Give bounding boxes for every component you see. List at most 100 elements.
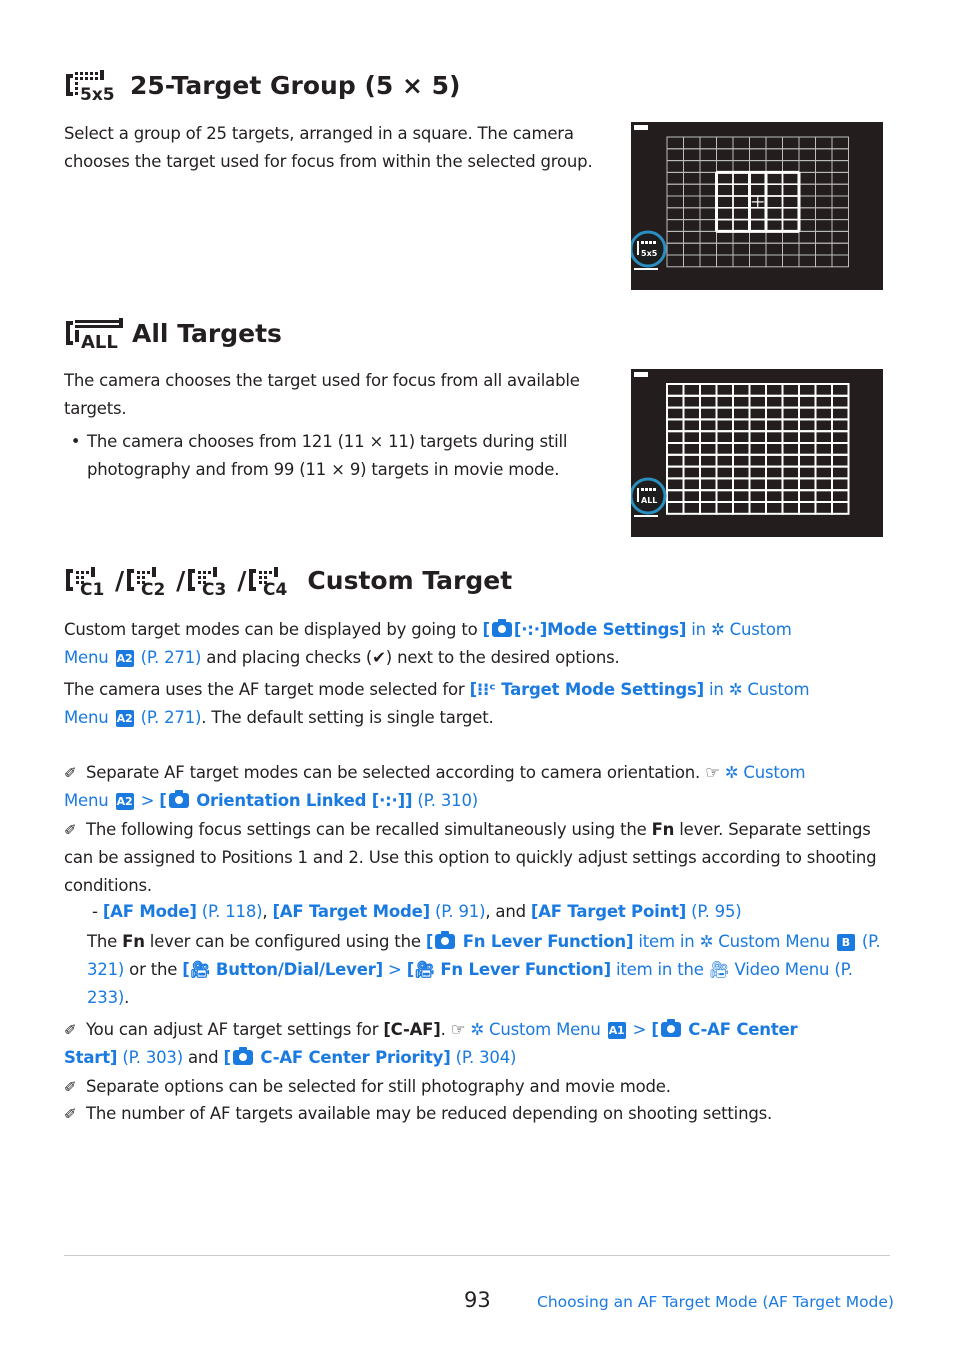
footer-divider bbox=[64, 1255, 890, 1256]
svg-text:C3: C3 bbox=[202, 580, 226, 597]
target-mode-settings-link[interactable]: [⁝⁝ᶜ Target Mode Settings] bbox=[470, 680, 705, 699]
text: Separate AF target modes can be selected… bbox=[86, 763, 701, 782]
text: in bbox=[686, 620, 711, 639]
note-c-af: ✐ You can adjust AF target settings for [… bbox=[64, 1016, 854, 1072]
af-target-cell bbox=[749, 254, 767, 268]
page-ref-link[interactable]: (P. 303) bbox=[122, 1048, 183, 1067]
af-target-cell bbox=[748, 477, 767, 492]
af-target-cell bbox=[749, 136, 767, 150]
button-dial-lever-link[interactable]: [🎥︎ Button/Dial/Lever] bbox=[182, 960, 383, 979]
page-ref-link[interactable]: (P. 118) bbox=[202, 902, 263, 921]
af-target-cell bbox=[815, 171, 833, 185]
af-target-point-link[interactable]: [AF Target Point] bbox=[531, 902, 686, 921]
af-target-cell bbox=[699, 195, 717, 209]
af-target-cell bbox=[765, 242, 783, 256]
af-target-cell bbox=[831, 406, 850, 421]
chapter-link[interactable]: Choosing an AF Target Mode (AF Target Mo… bbox=[537, 1293, 894, 1311]
af-target-cell bbox=[815, 195, 833, 209]
af-target-cell bbox=[765, 183, 783, 197]
af-target-cell bbox=[666, 501, 685, 515]
af-target-cell bbox=[765, 418, 784, 433]
af-target-cell bbox=[781, 453, 800, 468]
af-target-cell bbox=[814, 477, 833, 492]
af-target-cell bbox=[831, 501, 850, 515]
mode-indicator-dot bbox=[645, 488, 648, 491]
selected-group-cell bbox=[732, 207, 751, 221]
af-target-cell bbox=[716, 136, 734, 150]
af-custom-c2-icon: C2 bbox=[127, 567, 165, 597]
svg-text:ALL: ALL bbox=[81, 332, 118, 350]
af-target-cell bbox=[831, 394, 850, 409]
separator-slash: / bbox=[237, 565, 247, 595]
gear-icon: ✲ bbox=[724, 763, 739, 782]
page-ref-link[interactable]: (P. 271) bbox=[141, 648, 202, 667]
af-target-cell bbox=[666, 183, 684, 197]
selected-group-cell bbox=[781, 171, 800, 185]
af-target-cell bbox=[814, 489, 833, 503]
af-target-cell bbox=[831, 453, 850, 468]
af-target-cell bbox=[666, 136, 684, 150]
c-af-center-priority-link[interactable]: [ C-AF Center Priority] bbox=[224, 1047, 451, 1067]
orientation-linked-link[interactable]: [ Orientation Linked [·:·]] bbox=[159, 790, 412, 810]
af-target-cell bbox=[732, 477, 751, 492]
af-target-cell bbox=[732, 394, 751, 409]
reference-hand-icon: ☞ bbox=[705, 763, 720, 782]
fn-lever-function-link[interactable]: [ Fn Lever Function] bbox=[426, 931, 634, 951]
af-target-cell bbox=[781, 430, 800, 445]
af-mode-link[interactable]: [AF Mode] bbox=[103, 902, 197, 921]
af-target-cell bbox=[683, 195, 701, 209]
af-25-target-group-icon: 5x5 bbox=[66, 70, 115, 102]
page-ref-link[interactable]: (P. 95) bbox=[691, 902, 742, 921]
af-target-cell bbox=[699, 136, 717, 150]
page-ref-link[interactable]: (P. 310) bbox=[417, 791, 478, 810]
mode-settings-link[interactable]: [[·:·]Mode Settings] bbox=[483, 619, 686, 639]
custom-menu-link[interactable]: Custom Menu bbox=[718, 932, 830, 951]
bullet-dot: • bbox=[70, 432, 81, 451]
af-target-cell bbox=[798, 254, 816, 268]
af-target-cell bbox=[782, 219, 800, 232]
page-ref-link[interactable]: (P. 271) bbox=[141, 708, 202, 727]
note-fn-lever: ✐ The following focus settings can be rec… bbox=[64, 816, 894, 900]
af-target-cell bbox=[814, 394, 833, 409]
af-target-cell bbox=[831, 171, 849, 185]
af-target-cell bbox=[798, 383, 817, 397]
custom-target-paragraph-2: The camera uses the AF target mode selec… bbox=[64, 676, 824, 732]
af-target-cell bbox=[699, 242, 717, 256]
video-menu-link[interactable]: Video Menu bbox=[735, 960, 830, 979]
af-target-cell bbox=[715, 383, 734, 397]
af-target-cell bbox=[666, 254, 684, 268]
af-target-cell bbox=[831, 465, 850, 480]
video-camera-icon: 🎥︎ bbox=[414, 960, 435, 979]
selected-group-cell bbox=[715, 183, 734, 197]
af-target-cell bbox=[682, 394, 701, 409]
af-target-cell bbox=[765, 394, 784, 409]
video-fn-lever-function-link[interactable]: [🎥︎ Fn Lever Function] bbox=[407, 960, 611, 979]
af-target-cell bbox=[749, 183, 767, 197]
screen-marker bbox=[634, 515, 658, 517]
af-target-cell bbox=[831, 489, 850, 503]
af-target-cell bbox=[699, 406, 718, 421]
af-target-cell bbox=[815, 136, 833, 150]
af-target-cell bbox=[831, 195, 849, 209]
af-target-mode-link[interactable]: [AF Target Mode] bbox=[272, 902, 430, 921]
custom-menu-link[interactable]: Custom Menu bbox=[489, 1020, 601, 1039]
af-target-cell bbox=[732, 136, 750, 150]
af-target-cell bbox=[798, 195, 816, 209]
af-target-cell bbox=[749, 207, 767, 221]
svg-text:C1: C1 bbox=[80, 580, 104, 597]
af-target-cell bbox=[666, 489, 685, 503]
text: The camera uses the AF target mode selec… bbox=[64, 680, 470, 699]
page-ref-link[interactable]: (P. 91) bbox=[435, 902, 486, 921]
selected-group-cell bbox=[732, 218, 751, 233]
hint-pencil-icon: ✐ bbox=[64, 764, 77, 782]
af-target-cell bbox=[814, 501, 833, 515]
text: . The default setting is single target. bbox=[201, 708, 494, 727]
mode-indicator-dot bbox=[641, 241, 644, 244]
af-target-cell bbox=[831, 442, 850, 456]
page-ref-link[interactable]: (P. 304) bbox=[456, 1048, 517, 1067]
af-target-cell bbox=[666, 442, 685, 456]
af-target-cell bbox=[798, 501, 817, 515]
af-target-cell bbox=[683, 230, 701, 244]
af-target-cell bbox=[815, 242, 833, 256]
af-target-cell bbox=[782, 242, 800, 256]
